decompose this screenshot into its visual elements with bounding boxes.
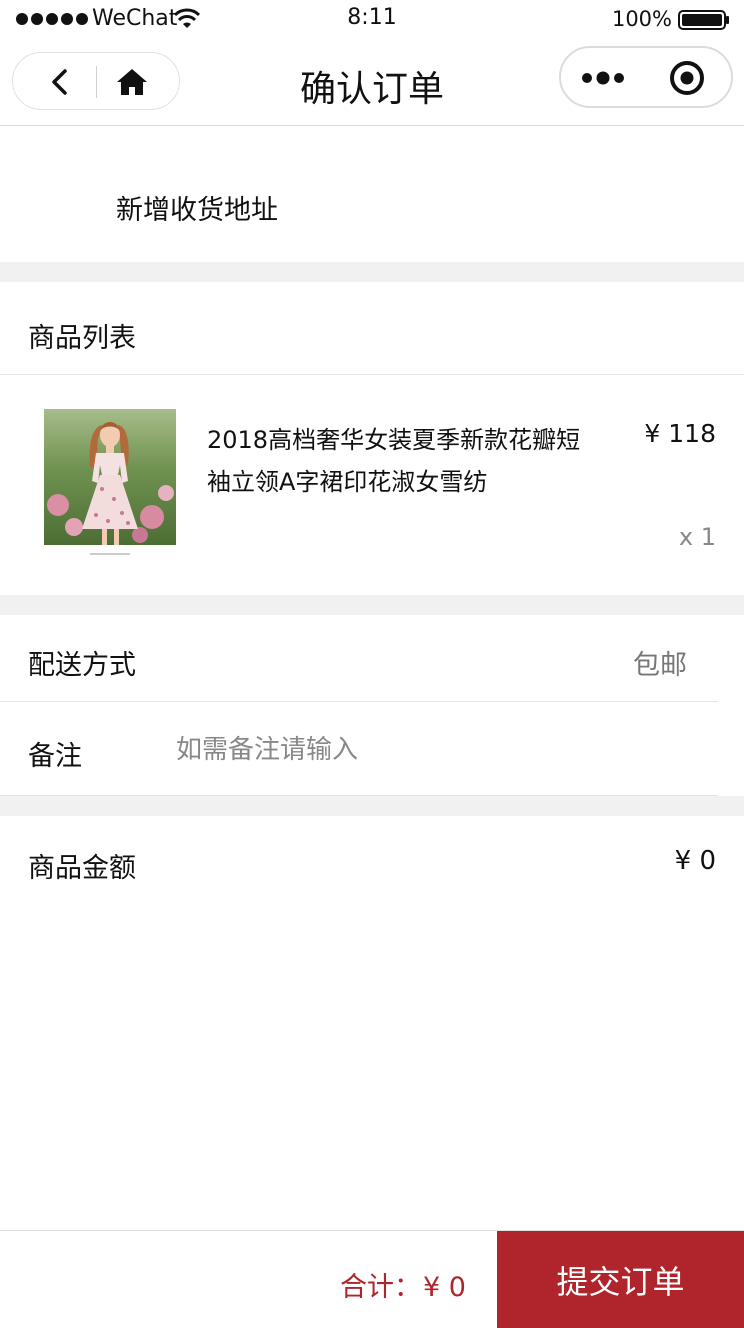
section-divider: [0, 796, 744, 816]
status-bar: WeChat 8:11 100%: [0, 0, 744, 40]
goods-amount-row: 商品金额 ¥ 0: [0, 816, 744, 908]
product-price: ¥ 118: [644, 419, 716, 448]
total-label: 合计：: [340, 1272, 422, 1303]
note-input[interactable]: [176, 730, 676, 770]
battery-icon: [678, 10, 729, 30]
goods-list-title: 商品列表: [28, 323, 136, 354]
goods-amount-label: 商品金额: [28, 853, 136, 884]
order-total: 合计：¥ 0: [340, 1265, 466, 1304]
total-value: ¥ 0: [423, 1272, 466, 1303]
target-icon[interactable]: [669, 60, 705, 96]
nav-capsule-right: [559, 46, 733, 108]
delivery-method-label: 配送方式: [28, 650, 136, 681]
more-icon[interactable]: [581, 68, 629, 88]
add-address-label: 新增收货地址: [116, 195, 278, 226]
note-row: 备注: [0, 702, 744, 796]
product-image: [44, 409, 176, 561]
submit-order-button[interactable]: 提交订单: [497, 1231, 744, 1328]
order-confirm-page: WeChat 8:11 100% 确认订单 新增收货地址 商品列表 2018高档…: [0, 0, 744, 1328]
navigation-bar: 确认订单: [0, 40, 744, 126]
goods-amount-value: ¥ 0: [674, 846, 716, 876]
checkout-bar: 合计：¥ 0 提交订单: [0, 1230, 744, 1328]
add-address-row[interactable]: 新增收货地址: [0, 126, 744, 262]
product-name: 2018高档奢华女装夏季新款花瓣短袖立领A字裙印花淑女雪纺: [207, 426, 581, 496]
goods-item[interactable]: 2018高档奢华女装夏季新款花瓣短袖立领A字裙印花淑女雪纺 ¥ 118 x 1: [0, 375, 744, 595]
delivery-method-value: 包邮: [633, 650, 687, 681]
section-divider: [0, 262, 744, 282]
product-quantity: x 1: [678, 523, 716, 551]
goods-list-header: 商品列表: [0, 282, 744, 375]
battery-percentage: 100%: [611, 7, 672, 31]
note-label: 备注: [28, 741, 82, 772]
delivery-method-row[interactable]: 配送方式 包邮: [0, 615, 744, 702]
section-divider: [0, 595, 744, 615]
